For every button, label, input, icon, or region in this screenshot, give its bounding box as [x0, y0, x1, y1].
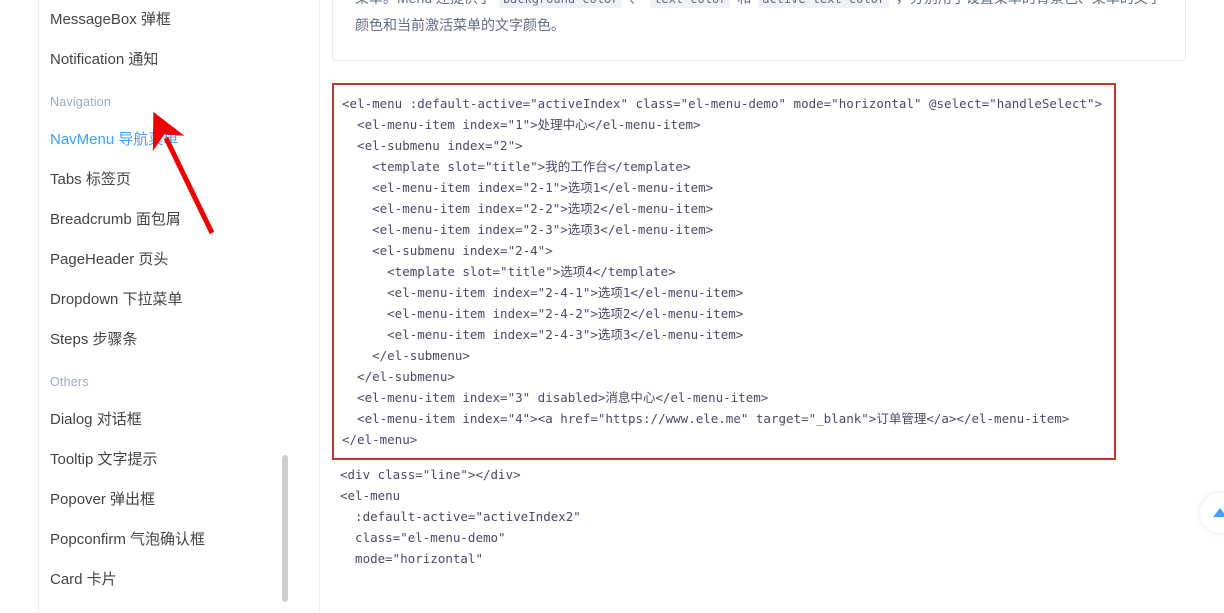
component-sidebar-nav: MessageBox 弹框Notification 通知NavigationNa… [0, 0, 320, 613]
highlighted-code-block[interactable]: <el-menu :default-active="activeIndex" c… [332, 83, 1116, 460]
sidebar-item-12[interactable]: Popover 弹出框 [0, 480, 320, 520]
sidebar-item-5[interactable]: Breadcrumb 面包屑 [0, 200, 320, 240]
sidebar-item-4[interactable]: Tabs 标签页 [0, 160, 320, 200]
code-source-trailing: <div class="line"></div> <el-menu :defau… [332, 464, 1186, 569]
sidebar-item-list: MessageBox 弹框Notification 通知NavigationNa… [0, 0, 320, 600]
sidebar-item-8[interactable]: Steps 步骤条 [0, 320, 320, 360]
sidebar-item-6[interactable]: PageHeader 页头 [0, 240, 320, 280]
main-content: 导航菜单默认为垂直模式，通过 mode 属性可以使导航菜单变更为水平模式。另外，… [320, 0, 1224, 613]
paragraph-text-run: 和 [733, 0, 755, 6]
sidebar-group-label: Navigation [0, 80, 320, 120]
sidebar-item-14[interactable]: Card 卡片 [0, 560, 320, 600]
code-source-highlighted: <el-menu :default-active="activeIndex" c… [342, 93, 1114, 450]
back-to-top-button[interactable] [1200, 493, 1224, 533]
code-section: <el-menu :default-active="activeIndex" c… [332, 83, 1186, 569]
description-paragraph: 导航菜单默认为垂直模式，通过 mode 属性可以使导航菜单变更为水平模式。另外，… [355, 0, 1163, 38]
sidebar-item-13[interactable]: Popconfirm 气泡确认框 [0, 520, 320, 560]
description-card: 导航菜单默认为垂直模式，通过 mode 属性可以使导航菜单变更为水平模式。另外，… [332, 0, 1186, 61]
sidebar-item-3[interactable]: NavMenu 导航菜单 [0, 120, 320, 160]
arrow-up-icon [1211, 504, 1224, 522]
inline-code-chip: active-text-color [758, 0, 889, 8]
inline-code-chip: background-color [499, 0, 623, 8]
sidebar-item-1[interactable]: Notification 通知 [0, 40, 320, 80]
sidebar-item-11[interactable]: Tooltip 文字提示 [0, 440, 320, 480]
page-root: MessageBox 弹框Notification 通知NavigationNa… [0, 0, 1224, 613]
sidebar-item-0[interactable]: MessageBox 弹框 [0, 0, 320, 40]
paragraph-text-run: 、 [625, 0, 647, 6]
inline-code-chip: text-color [650, 0, 730, 8]
sidebar-scrollbar-thumb[interactable] [282, 455, 288, 602]
sidebar-item-10[interactable]: Dialog 对话框 [0, 400, 320, 440]
sidebar-item-7[interactable]: Dropdown 下拉菜单 [0, 280, 320, 320]
sidebar-group-label: Others [0, 360, 320, 400]
